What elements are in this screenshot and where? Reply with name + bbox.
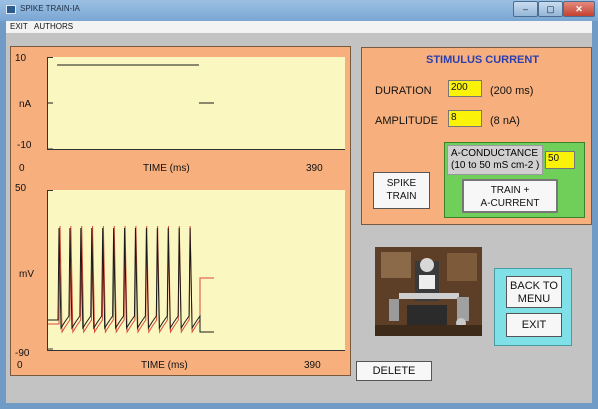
a-conductance-label-box: A-CONDUCTANCE (10 to 50 mS cm-2 ) — [447, 145, 543, 175]
amplitude-label: AMPLITUDE — [375, 115, 438, 127]
menu-bar: EXIT AUTHORS — [6, 21, 592, 33]
top-y-min: -10 — [17, 140, 32, 151]
graph-panel: 10 nA -10 0 TIME (ms) 390 50 mV -90 0 TI… — [10, 46, 351, 376]
navigation-panel: BACK TO MENU EXIT — [494, 268, 572, 346]
exit-button[interactable]: EXIT — [506, 313, 562, 337]
a-conductance-label: A-CONDUCTANCE — [451, 148, 539, 159]
train-a-label-1: TRAIN + — [490, 185, 530, 196]
top-x-max: 390 — [306, 163, 323, 174]
spike-train-button[interactable]: SPIKE TRAIN — [373, 172, 430, 209]
app-icon — [6, 5, 16, 14]
a-conductance-group: A-CONDUCTANCE (10 to 50 mS cm-2 ) 50 TRA… — [444, 142, 585, 218]
delete-button[interactable]: DELETE — [356, 361, 432, 381]
a-conductance-input[interactable]: 50 — [545, 151, 575, 169]
spike-train-label-2: TRAIN — [386, 191, 417, 202]
amplitude-input[interactable]: 8 — [448, 110, 482, 127]
microscope-rig-image — [375, 247, 482, 336]
amplitude-note: (8 nA) — [490, 115, 520, 127]
current-plot — [47, 57, 345, 150]
a-conductance-range: (10 to 50 mS cm-2 ) — [451, 160, 540, 171]
maximize-button[interactable]: ▢ — [538, 1, 563, 17]
top-x-min: 0 — [19, 163, 25, 174]
duration-note: (200 ms) — [490, 85, 534, 97]
minimize-button[interactable]: – — [513, 1, 538, 17]
voltage-plot — [47, 190, 345, 351]
menu-exit[interactable]: EXIT — [10, 22, 28, 31]
title-bar[interactable]: SPIKE TRAIN-IA – ▢ ✕ — [0, 0, 598, 21]
client-area: 10 nA -10 0 TIME (ms) 390 50 mV -90 0 TI… — [6, 33, 592, 403]
back-label-2: MENU — [517, 293, 551, 305]
voltage-traces — [48, 190, 214, 350]
bottom-y-min: -90 — [15, 348, 30, 359]
menu-authors[interactable]: AUTHORS — [34, 22, 73, 31]
bottom-x-max: 390 — [304, 360, 321, 371]
bottom-x-min: 0 — [17, 360, 23, 371]
top-y-unit: nA — [19, 99, 32, 110]
spike-train-label-1: SPIKE — [386, 178, 417, 189]
duration-input[interactable]: 200 — [448, 80, 482, 97]
train-a-label-2: A-CURRENT — [480, 198, 540, 209]
bottom-x-label: TIME (ms) — [141, 360, 188, 371]
top-x-label: TIME (ms) — [143, 163, 190, 174]
apparatus-photo — [375, 247, 482, 336]
duration-label: DURATION — [375, 85, 432, 97]
close-button[interactable]: ✕ — [563, 1, 595, 17]
stimulus-title: STIMULUS CURRENT — [426, 54, 540, 66]
bottom-y-max: 50 — [15, 183, 27, 194]
top-y-max: 10 — [15, 53, 27, 64]
bottom-y-unit: mV — [19, 269, 34, 280]
app-window: SPIKE TRAIN-IA – ▢ ✕ EXIT AUTHORS 10 nA … — [0, 0, 598, 409]
stimulus-panel: STIMULUS CURRENT DURATION 200 (200 ms) A… — [361, 47, 592, 225]
current-trace — [48, 57, 214, 149]
back-label-1: BACK TO — [510, 280, 558, 292]
back-to-menu-button[interactable]: BACK TO MENU — [506, 276, 562, 308]
window-title: SPIKE TRAIN-IA — [20, 4, 80, 13]
train-a-current-button[interactable]: TRAIN + A-CURRENT — [462, 179, 558, 213]
